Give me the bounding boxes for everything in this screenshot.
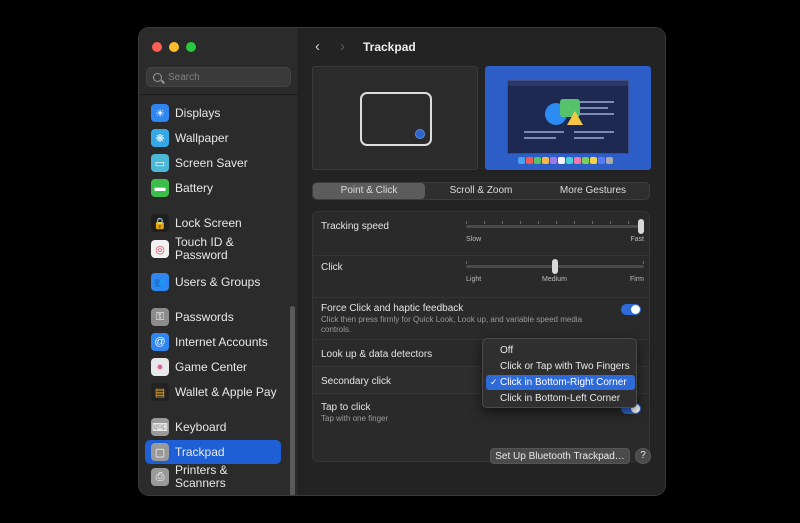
click-pressure-knob[interactable] [552,259,558,274]
close-window-button[interactable] [152,42,162,52]
wallet-icon: ▤ [151,383,169,401]
sidebar-item-label: Game Center [175,359,248,374]
sidebar-item-wallpaper[interactable]: ❋ Wallpaper [145,126,281,150]
tracking-speed-label: Tracking speed [321,221,389,232]
sidebar-item-internet-accounts[interactable]: @ Internet Accounts [145,330,281,354]
search-field[interactable] [146,67,291,87]
minimize-window-button[interactable] [169,42,179,52]
key-icon: ⚿ [151,308,169,326]
sidebar-item-screen-saver[interactable]: ▭ Screen Saver [145,151,281,175]
tap-to-click-description: Tap with one finger [321,414,389,423]
tab-bar: Point & Click Scroll & Zoom More Gesture… [312,182,650,200]
sidebar-item-label: Screen Saver [175,155,248,170]
preview-window-illustration [507,80,629,154]
menu-option-bottom-right[interactable]: ✓ Click in Bottom-Right Corner [486,375,635,390]
back-chevron-icon[interactable]: ‹ [315,38,320,55]
gesture-video-preview [485,66,651,170]
sidebar-item-label: Battery [175,180,214,195]
click-row: Click Light Medium Firm [313,256,649,298]
fingerprint-icon: ◎ [151,240,169,258]
sidebar-item-displays[interactable]: ☀ Displays [145,101,281,125]
tab-scroll-zoom[interactable]: Scroll & Zoom [425,183,537,199]
screen-saver-icon: ▭ [151,154,169,172]
game-center-icon: ● [151,358,169,376]
menu-option-off[interactable]: Off [486,343,635,358]
preview-dock [518,157,618,165]
keyboard-icon: ⌨ [151,418,169,436]
force-click-description: Click then press firmly for Quick Look, … [321,315,583,334]
sidebar-item-label: Keyboard [175,419,227,434]
search-icon [153,72,162,82]
menu-option-label: Click in Bottom-Right Corner [500,377,627,388]
printer-icon: ⎙ [151,468,169,486]
force-click-row: Force Click and haptic feedback Click th… [313,298,649,340]
sidebar-item-passwords[interactable]: ⚿ Passwords [145,305,281,329]
forward-chevron-icon[interactable]: › [340,38,345,55]
search-input[interactable] [168,71,278,83]
sidebar-item-lock-screen[interactable]: 🔒 Lock Screen [145,211,281,235]
medium-label: Medium [542,276,567,283]
sidebar-item-label: Displays [175,105,221,120]
sun-icon: ☀ [151,104,169,122]
sidebar-item-battery[interactable]: ▬ Battery [145,176,281,200]
sidebar-item-label: Passwords [175,309,234,324]
sidebar-item-game-center[interactable]: ● Game Center [145,355,281,379]
users-icon: 👥 [151,273,169,291]
sidebar-item-label: Touch ID & Password [175,235,234,262]
zoom-window-button[interactable] [186,42,196,52]
secondary-click-menu: Off Click or Tap with Two Fingers ✓ Clic… [482,338,637,408]
help-button[interactable]: ? [635,448,651,464]
battery-icon: ▬ [151,179,169,197]
sidebar-item-label: Internet Accounts [175,334,268,349]
tracking-speed-row: Tracking speed Slow Fast [313,212,649,256]
sidebar-item-label: Wallet & Apple Pay [175,384,277,399]
trackpad-illustration [360,92,432,146]
sidebar-item-label: Users & Groups [175,274,261,289]
fast-label: Fast [630,236,644,243]
sidebar-divider [139,94,299,95]
sidebar-item-label: Wallpaper [175,130,229,145]
snowflake-icon: ❋ [151,129,169,147]
sidebar-item-touch-id[interactable]: ◎ Touch ID & Password [145,233,281,265]
light-label: Light [466,276,482,283]
lookup-label: Look up & data detectors [321,349,433,360]
menu-option-two-fingers[interactable]: Click or Tap with Two Fingers [486,359,635,374]
sidebar-item-keyboard[interactable]: ⌨ Keyboard [145,415,281,439]
setup-bluetooth-trackpad-button[interactable]: Set Up Bluetooth Trackpad… [490,448,630,464]
trackpad-icon: ▢ [151,443,169,461]
sidebar: ☀ Displays ❋ Wallpaper ▭ Screen Saver ▬ … [139,28,299,495]
tracking-speed-knob[interactable] [638,219,644,234]
main-pane: ‹ › Trackpad Point & Click Scroll & Zoom… [299,28,665,495]
force-click-toggle[interactable] [621,304,641,315]
sidebar-item-users-groups[interactable]: 👥 Users & Groups [145,270,281,294]
sidebar-item-label: Printers & Scanners [175,463,228,490]
click-point-indicator [415,129,425,139]
tap-to-click-label: Tap to click [321,402,371,413]
tab-point-click[interactable]: Point & Click [313,183,425,199]
click-label: Click [321,262,343,273]
sidebar-item-label: Trackpad [175,444,225,459]
trackpad-preview [312,66,478,170]
menu-option-bottom-left[interactable]: Click in Bottom-Left Corner [486,391,635,406]
sidebar-item-label: Lock Screen [175,215,242,230]
slow-label: Slow [466,236,482,243]
settings-window: ☀ Displays ❋ Wallpaper ▭ Screen Saver ▬ … [138,27,666,496]
checkmark-icon: ✓ [490,377,498,387]
sidebar-item-trackpad[interactable]: ▢ Trackpad [145,440,281,464]
window-controls [152,42,196,52]
lock-icon: 🔒 [151,214,169,232]
page-title: Trackpad [363,40,416,54]
sidebar-scrollbar[interactable] [290,306,295,495]
sidebar-item-printers[interactable]: ⎙ Printers & Scanners [145,463,281,490]
at-icon: @ [151,333,169,351]
settings-panel: Tracking speed Slow Fast Click Light Med… [312,211,650,462]
tab-more-gestures[interactable]: More Gestures [537,183,649,199]
sidebar-item-wallet[interactable]: ▤ Wallet & Apple Pay [145,380,281,404]
toolbar: ‹ › Trackpad [299,28,665,66]
firm-label: Firm [630,276,644,283]
force-click-label: Force Click and haptic feedback [321,303,464,314]
secondary-click-label: Secondary click [321,376,392,387]
